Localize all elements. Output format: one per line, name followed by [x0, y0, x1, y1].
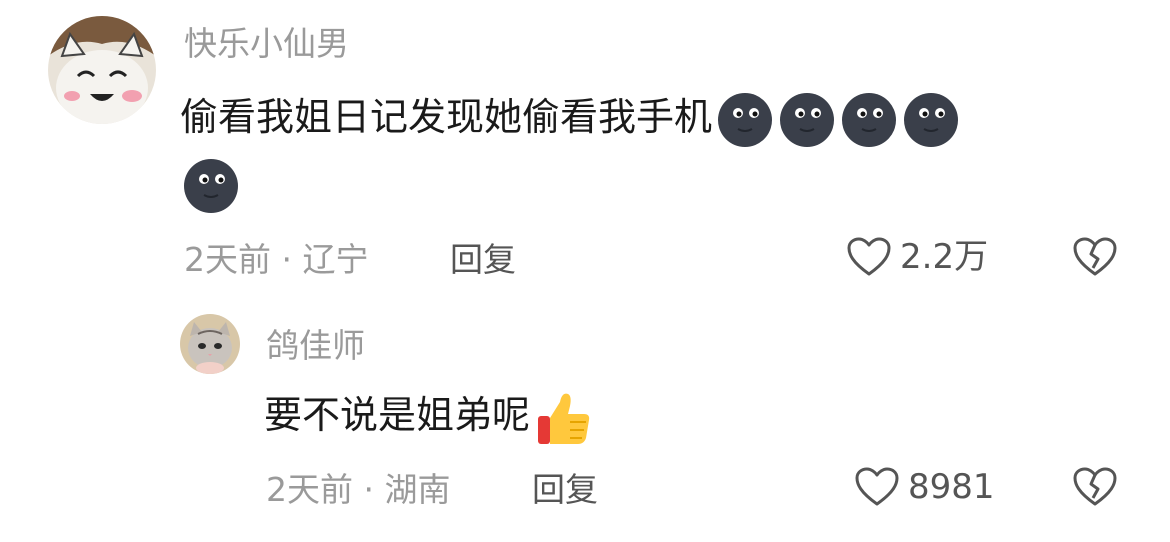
avatar[interactable]: [48, 16, 156, 124]
heart-icon: [854, 466, 900, 508]
like-button[interactable]: 2.2万: [846, 236, 988, 278]
reply-button[interactable]: 回复: [532, 470, 598, 510]
cat-photo-avatar-icon: [180, 314, 240, 374]
like-count: 2.2万: [900, 237, 989, 277]
comment-location: 辽宁: [302, 240, 369, 279]
new-moon-face-icon: [778, 91, 836, 149]
heart-icon: [846, 236, 892, 278]
like-button[interactable]: 8981: [854, 466, 995, 508]
comment-meta: 2天前 · 湖南: [266, 470, 451, 510]
like-count: 8981: [908, 467, 995, 507]
new-moon-face-icon: [840, 91, 898, 149]
comment-text-block: 要不说是姐弟呢: [264, 382, 1104, 448]
dislike-button[interactable]: [1072, 466, 1118, 512]
comment-text-block: 偷看我姐日记发现她偷看我手机: [180, 84, 1100, 216]
comment-time: 2天前: [266, 470, 353, 509]
comment-text: 要不说是姐弟呢: [264, 393, 531, 437]
broken-heart-icon: [1073, 237, 1117, 276]
reply-button[interactable]: 回复: [450, 240, 516, 280]
comment-location: 湖南: [384, 470, 451, 509]
new-moon-face-icon: [902, 91, 960, 149]
username[interactable]: 快乐小仙男: [184, 24, 349, 64]
cartoon-cat-avatar-icon: [48, 16, 156, 124]
meta-separator: ·: [281, 240, 293, 279]
new-moon-face-icon: [716, 91, 774, 149]
comment-text: 偷看我姐日记发现她偷看我手机: [180, 95, 713, 139]
avatar[interactable]: [180, 314, 240, 374]
broken-heart-icon: [1073, 467, 1117, 506]
comment-meta: 2天前 · 辽宁: [184, 240, 369, 280]
comment-time: 2天前: [184, 240, 271, 279]
meta-separator: ·: [363, 470, 375, 509]
new-moon-face-icon: [182, 157, 240, 215]
dislike-button[interactable]: [1072, 236, 1118, 282]
username[interactable]: 鸽佳师: [266, 326, 365, 366]
thumbs-up-icon: [534, 388, 592, 448]
